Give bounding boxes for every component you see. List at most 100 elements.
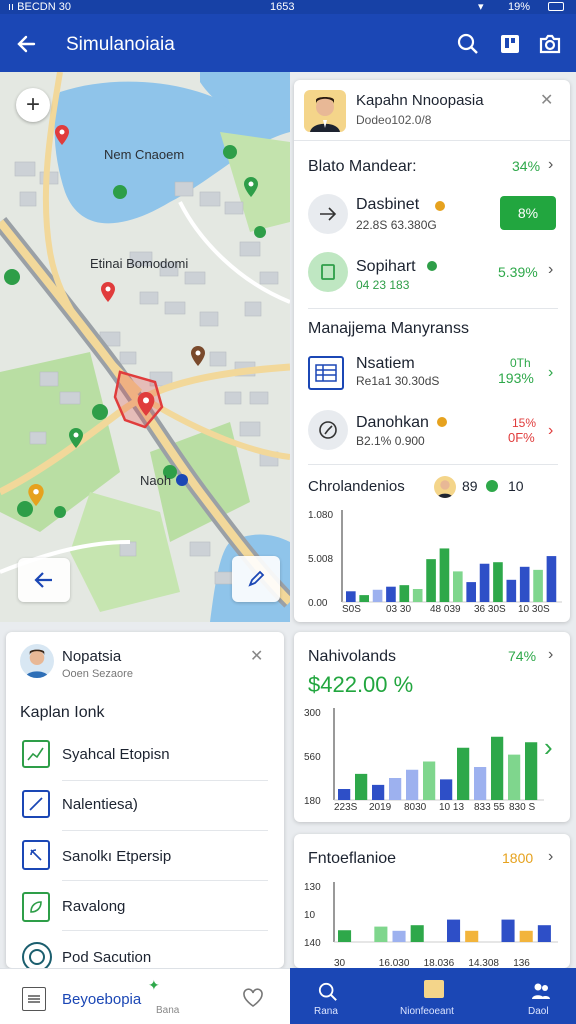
chart-bar <box>372 784 385 800</box>
chart-icon[interactable] <box>22 740 50 768</box>
leaf-icon[interactable] <box>22 892 50 922</box>
item-value-top: 15% <box>512 416 537 430</box>
chart-bar <box>533 569 543 602</box>
map-pin-icon[interactable] <box>55 125 69 150</box>
camera-icon[interactable] <box>536 30 564 58</box>
chevron-right-icon[interactable]: › <box>548 261 553 279</box>
edit-pencil-icon[interactable] <box>232 556 280 602</box>
location-dot-icon <box>176 474 188 486</box>
map-view[interactable]: Nem Cnaoem Etinai Bomodomi Naoh + <box>0 72 290 622</box>
map-pin-icon[interactable] <box>244 177 258 202</box>
profile-name: Nopatsia <box>62 648 122 665</box>
chevron-right-icon[interactable]: › <box>548 646 553 664</box>
chart-bar <box>386 586 396 602</box>
chart-bar <box>412 588 423 602</box>
nav-tab-label[interactable]: Nionfeoeant <box>400 1006 454 1017</box>
bookmark-icon[interactable] <box>496 30 524 58</box>
menu-item-label[interactable]: Pod Sacution <box>62 949 151 966</box>
bar-chart: 130 10 140 30 16.030 18.036 14.308 136 <box>304 882 558 968</box>
document-icon[interactable] <box>308 252 348 292</box>
item-title: Nsatiem <box>356 355 415 372</box>
stats-card: Kapahn Nnoopasia Dodeo102.0/8 ✕ Blato Ma… <box>294 80 570 622</box>
nav-label[interactable]: Beyoebopia <box>62 991 141 1008</box>
item-subtitle: 04 23 183 <box>356 278 410 292</box>
x-tick-label: 10 13 <box>439 802 464 812</box>
chevron-right-icon[interactable]: › <box>548 364 553 382</box>
chart-bar <box>519 930 533 942</box>
nav-tab-label[interactable]: Rana <box>314 1006 338 1017</box>
folder-icon[interactable] <box>424 980 444 998</box>
finance-card: Fntoeflanioe 1800 › 130 10 140 30 16.030 18.0… <box>294 834 570 968</box>
chevron-right-icon[interactable]: › <box>548 848 553 866</box>
search-icon[interactable] <box>316 980 340 1004</box>
arrow-right-icon[interactable] <box>308 194 348 234</box>
divider <box>62 780 268 781</box>
divider <box>308 308 558 309</box>
menu-item-label[interactable]: Sanolkı Etpersip <box>62 848 171 865</box>
y-tick-label: 560 <box>304 752 321 763</box>
bar-chart: 1.080 5.008 0.00 S0S 03 30 48 039 36 30S 10 30S <box>308 510 562 614</box>
heart-icon[interactable] <box>240 985 266 1011</box>
item-value: 5.39% <box>498 264 538 280</box>
table-icon[interactable] <box>308 356 344 390</box>
section-value: 34% <box>512 158 541 174</box>
map-pin-icon[interactable] <box>69 428 83 453</box>
chevron-right-icon[interactable]: › <box>544 732 553 763</box>
page-title: Simulanoiaia <box>66 34 175 55</box>
nav-tab-label[interactable]: Daol <box>528 1006 549 1017</box>
map-pin-icon[interactable] <box>101 282 115 307</box>
x-tick-label: 10 30S <box>518 604 550 614</box>
app-bar: Simulanoiaia <box>0 14 576 72</box>
item-title: Dasbinet <box>356 196 420 213</box>
chart-bar <box>525 742 538 800</box>
chart-bar <box>423 761 436 800</box>
document-icon[interactable] <box>22 987 46 1011</box>
chevron-right-icon[interactable]: › <box>548 422 553 440</box>
chart-bar <box>406 769 419 800</box>
menu-item-label[interactable]: Syahcal Etopisn <box>62 746 170 763</box>
wrench-icon[interactable] <box>22 840 50 870</box>
item-value: 193% <box>498 370 534 386</box>
chart-bar <box>399 585 410 602</box>
status-battery-text: 19% <box>508 1 531 13</box>
people-icon[interactable] <box>530 980 552 1002</box>
chart-bar <box>465 930 479 942</box>
map-back-button[interactable] <box>18 558 70 602</box>
x-tick-label: 830 S <box>509 802 535 812</box>
chart-badge: 10 <box>508 478 524 494</box>
close-icon[interactable]: ✕ <box>250 646 263 666</box>
profile-subtitle: Dodeo102.0/8 <box>356 113 432 127</box>
x-tick-label: 8030 <box>404 802 427 812</box>
y-tick-label: 130 <box>304 882 321 893</box>
chart-bar <box>338 930 352 942</box>
status-left: ıı BECDN 30 <box>8 1 71 13</box>
status-bar: ıı BECDN 30 1653 ▾ 19% <box>0 0 576 14</box>
zoom-in-button[interactable]: + <box>16 88 50 122</box>
divider <box>62 930 268 931</box>
chart-bar <box>479 563 490 602</box>
clock-icon[interactable] <box>308 410 348 450</box>
divider <box>294 140 570 141</box>
chart-bar <box>372 589 383 602</box>
item-value: 0F% <box>508 430 535 445</box>
close-icon[interactable]: ✕ <box>540 90 553 110</box>
x-tick-label: 03 30 <box>386 604 411 614</box>
map-pin-icon[interactable] <box>191 346 205 371</box>
map-pin-icon[interactable] <box>137 392 155 421</box>
search-icon[interactable] <box>454 30 482 58</box>
back-arrow-icon[interactable] <box>10 28 42 60</box>
chart-bar <box>355 773 368 800</box>
menu-item-label[interactable]: Ravalong <box>62 898 125 915</box>
badge-dot <box>437 417 447 427</box>
status-time: 1653 <box>270 1 295 13</box>
map-pin-icon[interactable] <box>28 484 44 511</box>
x-tick-label: 136 <box>513 958 530 968</box>
chart-bar <box>506 579 517 602</box>
avatar <box>20 644 54 678</box>
x-tick-label: 16.030 <box>379 958 410 968</box>
menu-item-label[interactable]: Nalentiesa) <box>62 796 138 813</box>
pen-icon[interactable] <box>22 790 50 818</box>
x-tick-label: S0S <box>342 604 361 614</box>
item-subtitle: Re1a1 30.30dS <box>356 374 440 388</box>
chevron-right-icon[interactable]: › <box>548 156 553 174</box>
